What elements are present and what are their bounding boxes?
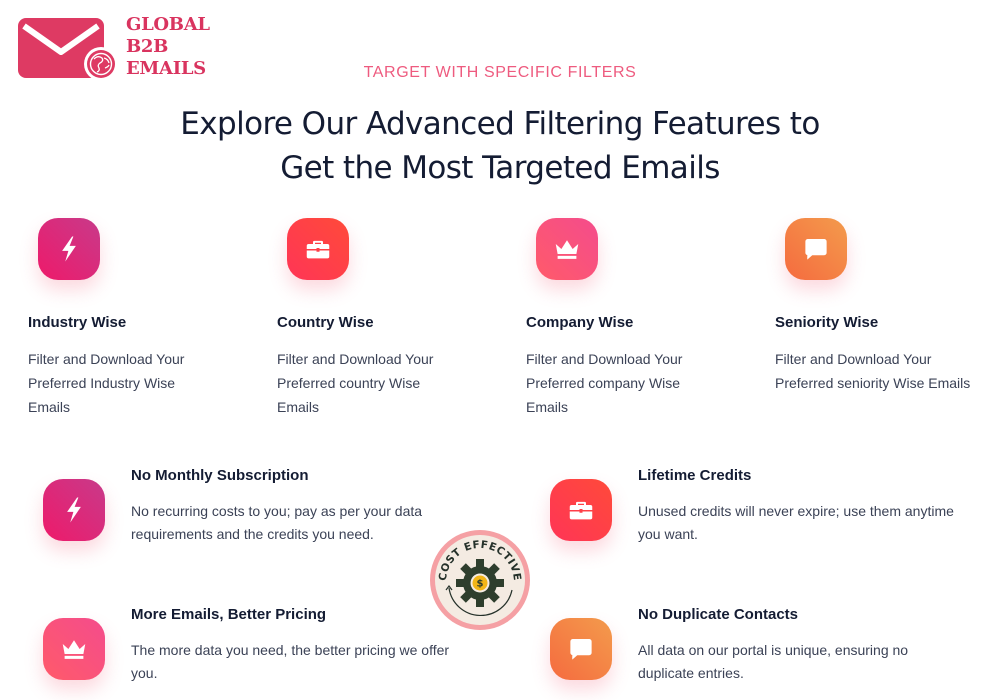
brand-line: GLOBAL (126, 14, 210, 35)
benefit-description: All data on our portal is unique, ensuri… (638, 639, 978, 685)
desc-line: duplicate entries. (638, 665, 744, 681)
desc-line: Preferred Industry Wise (28, 375, 176, 391)
filter-card-company: Company Wise Filter and Download Your Pr… (526, 218, 756, 419)
desc-line: The more data you need, the better prici… (131, 642, 450, 658)
desc-line: Unused credits will never expire; use th… (638, 503, 954, 519)
crown-icon (43, 618, 105, 680)
page-title-line: Get the Most Targeted Emails (280, 150, 720, 186)
desc-line: Emails (526, 399, 569, 415)
filter-card-seniority: Seniority Wise Filter and Download Your … (775, 218, 1000, 395)
benefit-description: Unused credits will never expire; use th… (638, 500, 978, 546)
filter-description: Filter and Download Your Preferred count… (277, 347, 507, 419)
desc-line: Filter and Download Your (28, 351, 185, 367)
filter-description: Filter and Download Your Preferred compa… (526, 347, 756, 419)
cost-effective-badge: COST EFFECTIVE $ (430, 530, 530, 630)
desc-line: Preferred country Wise (277, 375, 421, 391)
filter-card-industry: Industry Wise Filter and Download Your P… (28, 218, 258, 419)
filter-card-country: Country Wise Filter and Download Your Pr… (277, 218, 507, 419)
chat-bubble-icon (785, 218, 847, 280)
desc-line: requirements and the credits you need. (131, 526, 374, 542)
desc-line: Filter and Download Your (775, 351, 932, 367)
section-eyebrow: TARGET WITH SPECIFIC FILTERS (363, 64, 637, 81)
desc-line: you want. (638, 526, 698, 542)
page-title-line: Explore Our Advanced Filtering Features … (180, 106, 820, 142)
badge-symbol: $ (477, 579, 484, 590)
benefit-description: The more data you need, the better prici… (131, 639, 471, 685)
benefit-title: Lifetime Credits (638, 467, 752, 484)
desc-line: Filter and Download Your (526, 351, 683, 367)
lightning-icon (43, 479, 105, 541)
desc-line: Preferred seniority Wise Emails (775, 375, 971, 391)
desc-line: No recurring costs to you; pay as per yo… (131, 503, 423, 519)
gear-dollar-icon: $ (456, 559, 504, 607)
benefit-title: More Emails, Better Pricing (131, 606, 327, 623)
filter-title: Industry Wise (28, 314, 127, 331)
filter-title: Company Wise (526, 314, 634, 331)
desc-line: Filter and Download Your (277, 351, 434, 367)
benefit-title: No Monthly Subscription (131, 467, 309, 484)
lightning-icon (38, 218, 100, 280)
desc-line: Preferred company Wise (526, 375, 681, 391)
filter-title: Seniority Wise (775, 314, 879, 331)
desc-line: All data on our portal is unique, ensuri… (638, 642, 909, 658)
brand-line: B2B (126, 36, 169, 57)
benefit-description: No recurring costs to you; pay as per yo… (131, 500, 471, 546)
chat-bubble-icon (550, 618, 612, 680)
crown-icon (536, 218, 598, 280)
benefit-title: No Duplicate Contacts (638, 606, 799, 623)
filter-title: Country Wise (277, 314, 374, 331)
briefcase-icon (550, 479, 612, 541)
filter-description: Filter and Download Your Preferred senio… (775, 347, 1000, 395)
page-title: Explore Our Advanced Filtering Features … (0, 102, 1000, 190)
briefcase-icon (287, 218, 349, 280)
desc-line: you. (131, 665, 158, 681)
desc-line: Emails (28, 399, 71, 415)
desc-line: Emails (277, 399, 320, 415)
filter-description: Filter and Download Your Preferred Indus… (28, 347, 258, 419)
